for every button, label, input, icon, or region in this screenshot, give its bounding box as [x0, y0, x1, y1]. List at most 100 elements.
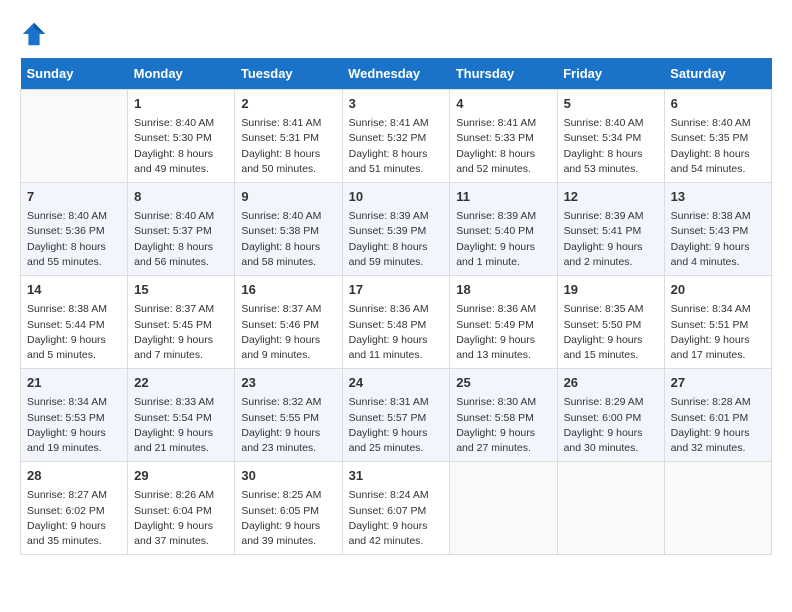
- day-number: 20: [671, 281, 765, 299]
- day-info: Sunrise: 8:40 AM Sunset: 5:35 PM Dayligh…: [671, 116, 765, 177]
- day-of-week-header: Monday: [128, 58, 235, 90]
- calendar-cell: 7Sunrise: 8:40 AM Sunset: 5:36 PM Daylig…: [21, 183, 128, 276]
- calendar-cell: [21, 90, 128, 183]
- calendar-cell: [557, 462, 664, 555]
- day-number: 13: [671, 188, 765, 206]
- logo-icon: [20, 20, 48, 48]
- calendar-cell: 20 Sunrise: 8:34 AM Sunset: 5:51 PM Dayli…: [664, 276, 771, 369]
- day-info: Sunrise: 8:27 AM Sunset: 6:02 PM Dayligh…: [27, 488, 121, 549]
- calendar-cell: [450, 462, 557, 555]
- day-number: 15: [134, 281, 228, 299]
- day-number: 9: [241, 188, 335, 206]
- day-number: 21: [27, 374, 121, 392]
- calendar-cell: 13 Sunrise: 8:38 AM Sunset: 5:43 PM Dayli…: [664, 183, 771, 276]
- day-info: Sunrise: 8:36 AM Sunset: 5:49 PM Dayligh…: [456, 302, 550, 363]
- day-number: 12: [564, 188, 658, 206]
- day-number: 10: [349, 188, 444, 206]
- day-info: Sunrise: 8:34 AM Sunset: 5:53 PM Dayligh…: [27, 395, 121, 456]
- calendar-week-row: 7Sunrise: 8:40 AM Sunset: 5:36 PM Daylig…: [21, 183, 772, 276]
- calendar-cell: 15 Sunrise: 8:37 AM Sunset: 5:45 PM Dayli…: [128, 276, 235, 369]
- calendar-week-row: 21 Sunrise: 8:34 AM Sunset: 5:53 PM Dayli…: [21, 369, 772, 462]
- day-number: 26: [564, 374, 658, 392]
- day-number: 29: [134, 467, 228, 485]
- calendar-cell: 16Sunrise: 8:37 AM Sunset: 5:46 PM Dayli…: [235, 276, 342, 369]
- calendar-cell: 3Sunrise: 8:41 AM Sunset: 5:32 PM Daylig…: [342, 90, 450, 183]
- day-info: Sunrise: 8:41 AM Sunset: 5:33 PM Dayligh…: [456, 116, 550, 177]
- calendar-week-row: 1 Sunrise: 8:40 AM Sunset: 5:30 PM Daylig…: [21, 90, 772, 183]
- day-info: Sunrise: 8:34 AM Sunset: 5:51 PM Dayligh…: [671, 302, 765, 363]
- day-info: Sunrise: 8:29 AM Sunset: 6:00 PM Dayligh…: [564, 395, 658, 456]
- calendar-header-row: SundayMondayTuesdayWednesdayThursdayFrid…: [21, 58, 772, 90]
- day-info: Sunrise: 8:33 AM Sunset: 5:54 PM Dayligh…: [134, 395, 228, 456]
- calendar-cell: 22 Sunrise: 8:33 AM Sunset: 5:54 PM Dayli…: [128, 369, 235, 462]
- logo: [20, 20, 52, 48]
- calendar-week-row: 28 Sunrise: 8:27 AM Sunset: 6:02 PM Dayli…: [21, 462, 772, 555]
- page-header: [20, 20, 772, 48]
- calendar-cell: 5 Sunrise: 8:40 AM Sunset: 5:34 PM Daylig…: [557, 90, 664, 183]
- day-of-week-header: Tuesday: [235, 58, 342, 90]
- day-of-week-header: Friday: [557, 58, 664, 90]
- calendar-cell: 10 Sunrise: 8:39 AM Sunset: 5:39 PM Dayli…: [342, 183, 450, 276]
- calendar-cell: 14 Sunrise: 8:38 AM Sunset: 5:44 PM Dayli…: [21, 276, 128, 369]
- calendar-table: SundayMondayTuesdayWednesdayThursdayFrid…: [20, 58, 772, 555]
- day-info: Sunrise: 8:38 AM Sunset: 5:43 PM Dayligh…: [671, 209, 765, 270]
- day-info: Sunrise: 8:41 AM Sunset: 5:32 PM Dayligh…: [349, 116, 444, 177]
- calendar-cell: 23 Sunrise: 8:32 AM Sunset: 5:55 PM Dayli…: [235, 369, 342, 462]
- day-of-week-header: Wednesday: [342, 58, 450, 90]
- day-number: 4: [456, 95, 550, 113]
- calendar-cell: 30 Sunrise: 8:25 AM Sunset: 6:05 PM Dayli…: [235, 462, 342, 555]
- calendar-cell: 2 Sunrise: 8:41 AM Sunset: 5:31 PM Daylig…: [235, 90, 342, 183]
- calendar-cell: 25Sunrise: 8:30 AM Sunset: 5:58 PM Dayli…: [450, 369, 557, 462]
- day-info: Sunrise: 8:37 AM Sunset: 5:45 PM Dayligh…: [134, 302, 228, 363]
- day-number: 23: [241, 374, 335, 392]
- calendar-cell: [664, 462, 771, 555]
- day-number: 25: [456, 374, 550, 392]
- calendar-cell: 6 Sunrise: 8:40 AM Sunset: 5:35 PM Daylig…: [664, 90, 771, 183]
- day-number: 8: [134, 188, 228, 206]
- day-info: Sunrise: 8:32 AM Sunset: 5:55 PM Dayligh…: [241, 395, 335, 456]
- day-info: Sunrise: 8:38 AM Sunset: 5:44 PM Dayligh…: [27, 302, 121, 363]
- calendar-cell: 19Sunrise: 8:35 AM Sunset: 5:50 PM Dayli…: [557, 276, 664, 369]
- day-number: 2: [241, 95, 335, 113]
- day-number: 11: [456, 188, 550, 206]
- day-info: Sunrise: 8:28 AM Sunset: 6:01 PM Dayligh…: [671, 395, 765, 456]
- day-info: Sunrise: 8:39 AM Sunset: 5:39 PM Dayligh…: [349, 209, 444, 270]
- day-number: 22: [134, 374, 228, 392]
- calendar-cell: 18Sunrise: 8:36 AM Sunset: 5:49 PM Dayli…: [450, 276, 557, 369]
- calendar-cell: 31Sunrise: 8:24 AM Sunset: 6:07 PM Dayli…: [342, 462, 450, 555]
- calendar-cell: 29Sunrise: 8:26 AM Sunset: 6:04 PM Dayli…: [128, 462, 235, 555]
- day-info: Sunrise: 8:40 AM Sunset: 5:34 PM Dayligh…: [564, 116, 658, 177]
- day-info: Sunrise: 8:41 AM Sunset: 5:31 PM Dayligh…: [241, 116, 335, 177]
- calendar-cell: 26 Sunrise: 8:29 AM Sunset: 6:00 PM Dayli…: [557, 369, 664, 462]
- calendar-week-row: 14 Sunrise: 8:38 AM Sunset: 5:44 PM Dayli…: [21, 276, 772, 369]
- calendar-cell: 28 Sunrise: 8:27 AM Sunset: 6:02 PM Dayli…: [21, 462, 128, 555]
- calendar-cell: 17Sunrise: 8:36 AM Sunset: 5:48 PM Dayli…: [342, 276, 450, 369]
- day-number: 19: [564, 281, 658, 299]
- calendar-cell: 1 Sunrise: 8:40 AM Sunset: 5:30 PM Daylig…: [128, 90, 235, 183]
- day-number: 5: [564, 95, 658, 113]
- calendar-cell: 24 Sunrise: 8:31 AM Sunset: 5:57 PM Dayli…: [342, 369, 450, 462]
- day-info: Sunrise: 8:40 AM Sunset: 5:30 PM Dayligh…: [134, 116, 228, 177]
- day-info: Sunrise: 8:36 AM Sunset: 5:48 PM Dayligh…: [349, 302, 444, 363]
- day-info: Sunrise: 8:40 AM Sunset: 5:37 PM Dayligh…: [134, 209, 228, 270]
- day-number: 28: [27, 467, 121, 485]
- day-info: Sunrise: 8:24 AM Sunset: 6:07 PM Dayligh…: [349, 488, 444, 549]
- day-info: Sunrise: 8:31 AM Sunset: 5:57 PM Dayligh…: [349, 395, 444, 456]
- day-info: Sunrise: 8:40 AM Sunset: 5:36 PM Dayligh…: [27, 209, 121, 270]
- day-number: 1: [134, 95, 228, 113]
- calendar-cell: 21 Sunrise: 8:34 AM Sunset: 5:53 PM Dayli…: [21, 369, 128, 462]
- day-info: Sunrise: 8:25 AM Sunset: 6:05 PM Dayligh…: [241, 488, 335, 549]
- calendar-cell: 4 Sunrise: 8:41 AM Sunset: 5:33 PM Daylig…: [450, 90, 557, 183]
- day-number: 27: [671, 374, 765, 392]
- day-number: 14: [27, 281, 121, 299]
- day-of-week-header: Saturday: [664, 58, 771, 90]
- day-number: 6: [671, 95, 765, 113]
- day-of-week-header: Thursday: [450, 58, 557, 90]
- calendar-cell: 8 Sunrise: 8:40 AM Sunset: 5:37 PM Daylig…: [128, 183, 235, 276]
- day-number: 30: [241, 467, 335, 485]
- day-info: Sunrise: 8:39 AM Sunset: 5:41 PM Dayligh…: [564, 209, 658, 270]
- day-info: Sunrise: 8:39 AM Sunset: 5:40 PM Dayligh…: [456, 209, 550, 270]
- day-of-week-header: Sunday: [21, 58, 128, 90]
- day-number: 24: [349, 374, 444, 392]
- calendar-cell: 27 Sunrise: 8:28 AM Sunset: 6:01 PM Dayli…: [664, 369, 771, 462]
